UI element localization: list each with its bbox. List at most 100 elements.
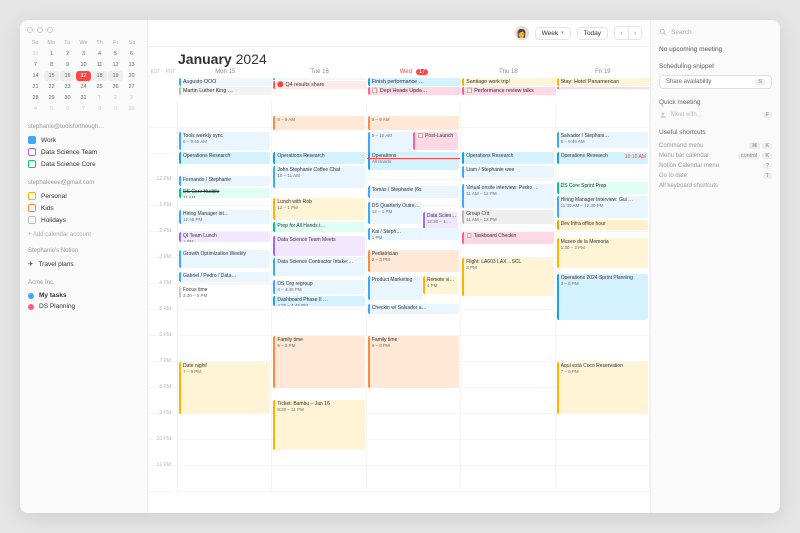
minical-day[interactable]: 5 (44, 104, 59, 114)
add-calendar-account[interactable]: + Add calendar account (28, 232, 139, 238)
minical-day[interactable]: 7 (28, 60, 43, 70)
minical-day[interactable]: 5 (108, 49, 123, 59)
minical-day[interactable]: 14 (28, 71, 43, 81)
calendar-event[interactable]: Gabriel / Pedro / Data… (179, 272, 270, 282)
calendar-event[interactable]: Operations Research (462, 152, 553, 164)
day-column[interactable]: Tools weekly sync9 – 9:45 AMOperations R… (178, 102, 272, 492)
calendar-event[interactable]: QI Team Lunch1 PM (179, 232, 270, 242)
notion-item[interactable]: ✈︎Travel plans (28, 258, 139, 270)
calendar-event[interactable]: Operations 2024 Sprint Planning3 – 5 PM (557, 274, 648, 320)
calendar-event[interactable]: Group Crit11 AM – 12 PM (462, 210, 553, 224)
calendar-event[interactable]: Fernando / Stephanie (179, 176, 270, 186)
minical-day[interactable]: 3 (124, 93, 139, 103)
calendar-toggle[interactable]: Data Science Core (28, 158, 139, 170)
calendar-toggle[interactable]: Kids (28, 202, 139, 214)
day-column[interactable]: Salvador / Stephani…9 – 9:45 AM Operation… (556, 102, 650, 492)
calendar-event[interactable]: Tomás / Stephanie (6s (368, 186, 459, 198)
minical-day[interactable]: 4 (92, 49, 107, 59)
calendar-event[interactable]: Family time6 – 8 PM (273, 336, 364, 388)
minical-day[interactable]: 27 (124, 82, 139, 92)
day-column[interactable]: Operations ResearchLiam / Stephanie weeV… (461, 102, 555, 492)
minical-day[interactable]: 8 (44, 60, 59, 70)
minical-day[interactable]: 15 (44, 71, 59, 81)
calendar-event[interactable]: Tools weekly sync9 – 9:45 AM (179, 132, 270, 150)
mini-calendar[interactable]: SuMoTuWeThFrSa 3112345678910111213141516… (28, 40, 139, 114)
calendar-event[interactable]: Remote visit r…4 PM (423, 276, 458, 294)
calendar-event[interactable]: Family time6 – 8 PM (368, 336, 459, 388)
calendar-event[interactable]: Prep for All Hands t… (273, 222, 364, 232)
acme-item[interactable]: My tasks (28, 290, 139, 301)
share-availability-button[interactable]: Share availability S (659, 75, 772, 89)
minical-day[interactable]: 8 (92, 104, 107, 114)
calendar-event[interactable]: Dev Infra office hour (557, 220, 648, 230)
minical-day[interactable]: 1 (44, 49, 59, 59)
calendar-event[interactable]: Operations Research (273, 152, 364, 164)
minical-day[interactable]: 11 (92, 60, 107, 70)
minical-day[interactable]: 21 (28, 82, 43, 92)
allday-event[interactable]: Santiago work trip! (462, 78, 555, 86)
minical-day[interactable]: 6 (60, 104, 75, 114)
meet-with-input[interactable]: Meet with… F (659, 111, 772, 119)
shortcut-row[interactable]: Notion Calendar menu? (659, 161, 772, 171)
view-selector[interactable]: Week ▾ (535, 27, 571, 40)
calendar-event[interactable]: Data Science Contractor Intake:… (273, 258, 364, 276)
calendar-event[interactable]: Hiring Manager int…12:45 PM (179, 210, 270, 224)
calendar-event[interactable]: Museo de la Memoria1:30 – 3 PM (557, 238, 648, 268)
calendar-event[interactable]: Virtual onsite interview: Pedro …11 AM –… (462, 184, 553, 208)
acme-item[interactable]: DS Planning (28, 301, 139, 312)
calendar-event[interactable]: DS Core Huddle11 AM (179, 188, 270, 198)
minical-day[interactable]: 23 (60, 82, 75, 92)
minical-day[interactable]: 17 (76, 71, 91, 81)
calendar-event[interactable]: Lunch with Rob12 – 1 PM (273, 198, 364, 220)
allday-event[interactable]: Finish performance … (368, 78, 461, 86)
minical-day[interactable]: 16 (60, 71, 75, 81)
calendar-event[interactable]: OperationsAll Hands (368, 152, 459, 170)
minical-day[interactable]: 12 (108, 60, 123, 70)
minical-day[interactable]: 4 (28, 104, 43, 114)
time-grid[interactable]: 12 PM1 PM2 PM3 PM4 PM5 PM6 PM7 PM8 PM9 P… (148, 102, 650, 492)
allday-event[interactable]: 📋 Performance review talks (462, 87, 555, 95)
calendar-event[interactable]: Dashboard Phase II …4:30 – 4:45 PM (273, 296, 364, 306)
shortcut-row[interactable]: Command menu⌘K (659, 141, 772, 151)
minical-day[interactable]: 9 (108, 104, 123, 114)
today-button[interactable]: Today (577, 27, 608, 40)
calendar-toggle[interactable]: Holidays (28, 214, 139, 226)
minical-day[interactable]: 22 (44, 82, 59, 92)
calendar-event[interactable]: DS Core Sprint Prep (557, 182, 648, 194)
calendar-event[interactable]: Product Marketing (368, 276, 422, 300)
allday-event[interactable]: 🔴 Q4 results share (273, 81, 366, 89)
calendar-toggle[interactable]: Personal (28, 190, 139, 202)
calendar-event[interactable]: 📋 Taskboard Checkin (462, 232, 553, 244)
calendar-event[interactable]: Salvador / Stephani…9 – 9:45 AM (557, 132, 648, 148)
minical-day[interactable]: 24 (76, 82, 91, 92)
calendar-event[interactable]: Flight: LA603 LAX→SCL3 PM (462, 258, 553, 296)
allday-event[interactable]: Augusto OOO (179, 78, 272, 86)
allday-event[interactable]: Stay: Hotel Panamerican (557, 78, 650, 86)
calendar-event[interactable]: John.Stephanie Coffee Chat10 – 11 AM (273, 166, 364, 188)
calendar-event[interactable]: Growth Optimization Weekly (179, 250, 270, 268)
minical-day[interactable]: 13 (124, 60, 139, 70)
calendar-toggle[interactable]: Work (28, 134, 139, 146)
minical-day[interactable]: 26 (108, 82, 123, 92)
avatar[interactable]: 👩 (515, 26, 529, 40)
minical-day[interactable]: 10 (76, 60, 91, 70)
minical-day[interactable]: 31 (76, 93, 91, 103)
calendar-event[interactable]: Focus time3:30 – 5 PM (179, 286, 270, 298)
prev-week-button[interactable]: ‹ (614, 26, 628, 40)
minical-day[interactable]: 29 (44, 93, 59, 103)
minical-day[interactable]: 7 (76, 104, 91, 114)
minical-day[interactable]: 25 (92, 82, 107, 92)
minical-day[interactable]: 28 (28, 93, 43, 103)
minical-day[interactable]: 3 (76, 49, 91, 59)
calendar-event[interactable]: 9 – 10 AM (368, 132, 413, 154)
window-controls[interactable] (27, 27, 53, 33)
calendar-event[interactable]: Pediatrician2 – 3 PM (368, 250, 459, 272)
allday-event[interactable]: 📋 Dept Heads Upda… (368, 87, 461, 95)
minical-day[interactable]: 20 (124, 71, 139, 81)
calendar-event[interactable]: Ticket: Bambu – Jan 168:30 – 11 PM (273, 400, 364, 450)
calendar-event[interactable]: DS Org regroup4 – 4:45 PM (273, 280, 364, 294)
minical-day[interactable]: 19 (108, 71, 123, 81)
minical-day[interactable]: 30 (60, 93, 75, 103)
minical-day[interactable]: 9 (60, 60, 75, 70)
shortcut-row[interactable]: Go to dateT (659, 171, 772, 181)
